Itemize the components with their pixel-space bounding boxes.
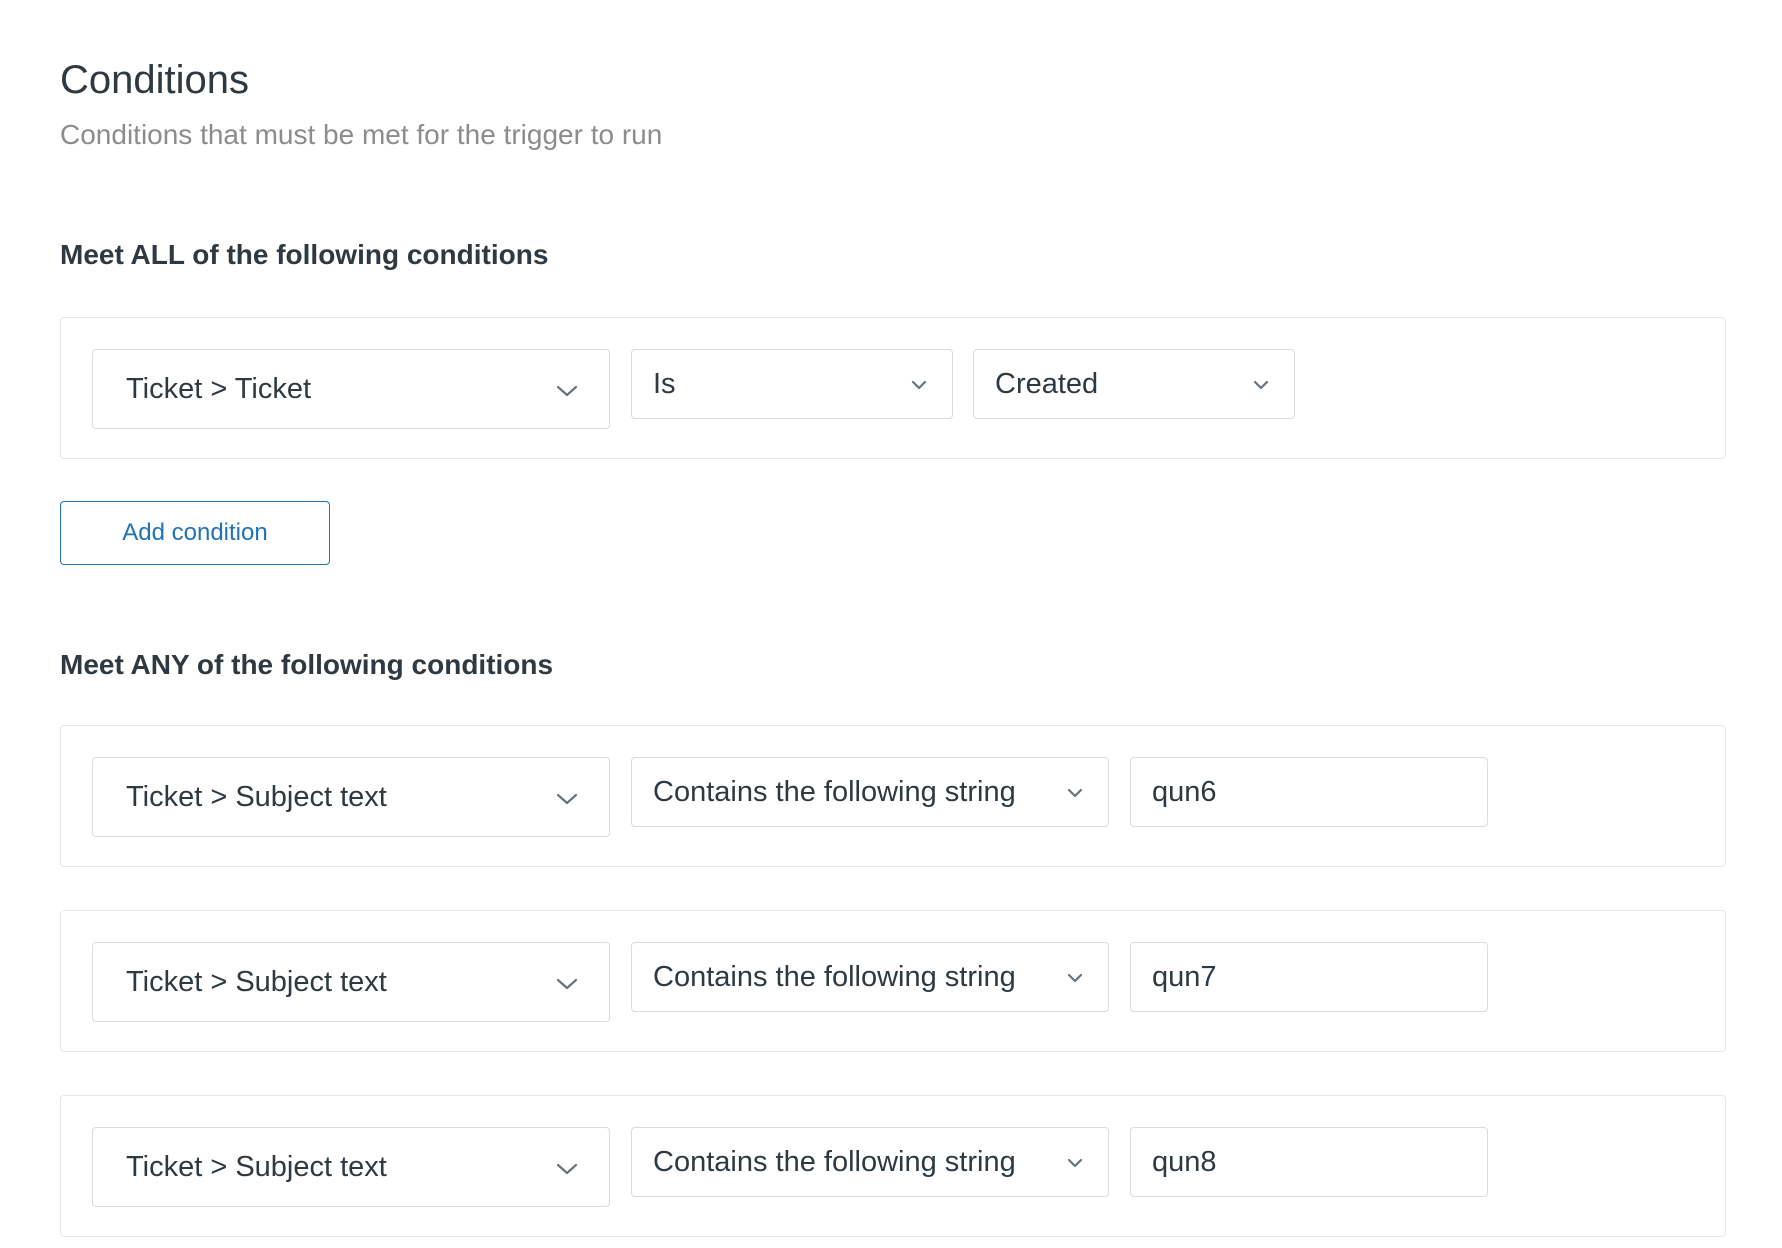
condition-card: Ticket > Ticket Is Created — [60, 317, 1726, 459]
condition-field-value: Ticket > Subject text — [126, 965, 387, 998]
condition-value: Created — [995, 367, 1099, 400]
condition-value: qun8 — [1152, 1145, 1217, 1178]
condition-operator-value: Contains the following string — [653, 775, 1016, 808]
condition-operator-select[interactable]: Is — [631, 349, 953, 419]
chevron-down-icon — [556, 385, 578, 397]
chevron-down-icon — [1253, 380, 1269, 390]
condition-value-input[interactable]: qun7 — [1130, 942, 1488, 1012]
condition-operator-value: Contains the following string — [653, 960, 1016, 993]
condition-field-select[interactable]: Ticket > Ticket — [92, 349, 610, 429]
condition-field-value: Ticket > Subject text — [126, 1150, 387, 1183]
chevron-down-icon — [556, 1163, 578, 1175]
condition-card: Ticket > Subject text Contains the follo… — [60, 725, 1726, 867]
chevron-down-icon — [1067, 1158, 1083, 1168]
condition-field-value: Ticket > Ticket — [126, 372, 312, 405]
condition-card: Ticket > Subject text Contains the follo… — [60, 910, 1726, 1052]
all-conditions-heading: Meet ALL of the following conditions — [60, 239, 549, 270]
chevron-down-icon — [1067, 788, 1083, 798]
add-condition-button[interactable]: Add condition — [60, 501, 330, 565]
condition-value-input[interactable]: qun6 — [1130, 757, 1488, 827]
condition-operator-select[interactable]: Contains the following string — [631, 757, 1109, 827]
condition-value-select[interactable]: Created — [973, 349, 1295, 419]
any-conditions-heading: Meet ANY of the following conditions — [60, 649, 554, 680]
condition-operator-select[interactable]: Contains the following string — [631, 1127, 1109, 1197]
condition-value: qun7 — [1152, 960, 1217, 993]
chevron-down-icon — [556, 978, 578, 990]
chevron-down-icon — [556, 793, 578, 805]
chevron-down-icon — [1067, 973, 1083, 983]
condition-operator-value: Is — [653, 367, 676, 400]
page-title: Conditions — [60, 58, 250, 102]
condition-value-input[interactable]: qun8 — [1130, 1127, 1488, 1197]
page-subtitle: Conditions that must be met for the trig… — [60, 119, 663, 150]
chevron-down-icon — [911, 380, 927, 390]
condition-field-value: Ticket > Subject text — [126, 780, 387, 813]
condition-operator-value: Contains the following string — [653, 1145, 1016, 1178]
condition-field-select[interactable]: Ticket > Subject text — [92, 1127, 610, 1207]
condition-card: Ticket > Subject text Contains the follo… — [60, 1095, 1726, 1237]
condition-operator-select[interactable]: Contains the following string — [631, 942, 1109, 1012]
condition-field-select[interactable]: Ticket > Subject text — [92, 757, 610, 837]
condition-field-select[interactable]: Ticket > Subject text — [92, 942, 610, 1022]
condition-value: qun6 — [1152, 775, 1217, 808]
